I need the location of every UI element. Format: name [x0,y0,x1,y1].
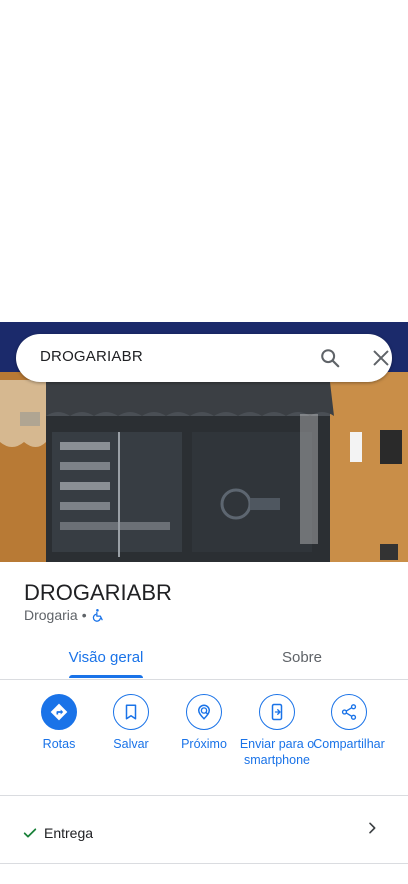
search-bar[interactable]: DROGARIABR [16,334,392,382]
delivery-row[interactable]: Entrega [0,796,408,864]
place-subtitle: Drogaria • [24,607,105,623]
separator-dot: • [81,607,87,623]
share-icon [331,694,367,730]
search-icon[interactable] [319,347,341,369]
share-label: Compartilhar [313,737,385,751]
wheelchair-accessible-icon [91,608,105,622]
nearby-label: Próximo [181,737,227,751]
place-category[interactable]: Drogaria [24,607,78,623]
map-area [0,0,408,322]
check-icon [22,825,38,841]
tab-about[interactable]: Sobre [196,636,408,679]
nearby-button[interactable]: Próximo [165,694,243,752]
bookmark-icon [113,694,149,730]
chevron-right-icon[interactable] [364,820,380,836]
directions-label: Rotas [42,737,76,751]
send-to-phone-icon [259,694,295,730]
directions-icon [41,694,77,730]
share-button[interactable]: Compartilhar [310,694,388,752]
send-to-phone-button[interactable]: Enviar para o smartphone [238,694,316,768]
search-query[interactable]: DROGARIABR [40,348,143,365]
delivery-label: Entrega [44,825,94,841]
close-icon[interactable] [370,347,392,369]
save-label: Salvar [113,737,149,751]
place-name: DROGARIABR [24,580,172,605]
directions-button[interactable]: Rotas [20,694,98,752]
tab-overview[interactable]: Visão geral [0,636,212,679]
nearby-icon [186,694,222,730]
tab-selected-indicator [69,675,143,678]
divider [0,863,408,864]
send-to-phone-label: Enviar para o smartphone [239,737,315,767]
tab-bar: Visão geral Sobre [0,636,408,680]
save-button[interactable]: Salvar [92,694,170,752]
action-buttons: Rotas Salvar Próximo Enviar para o smart… [0,694,408,794]
